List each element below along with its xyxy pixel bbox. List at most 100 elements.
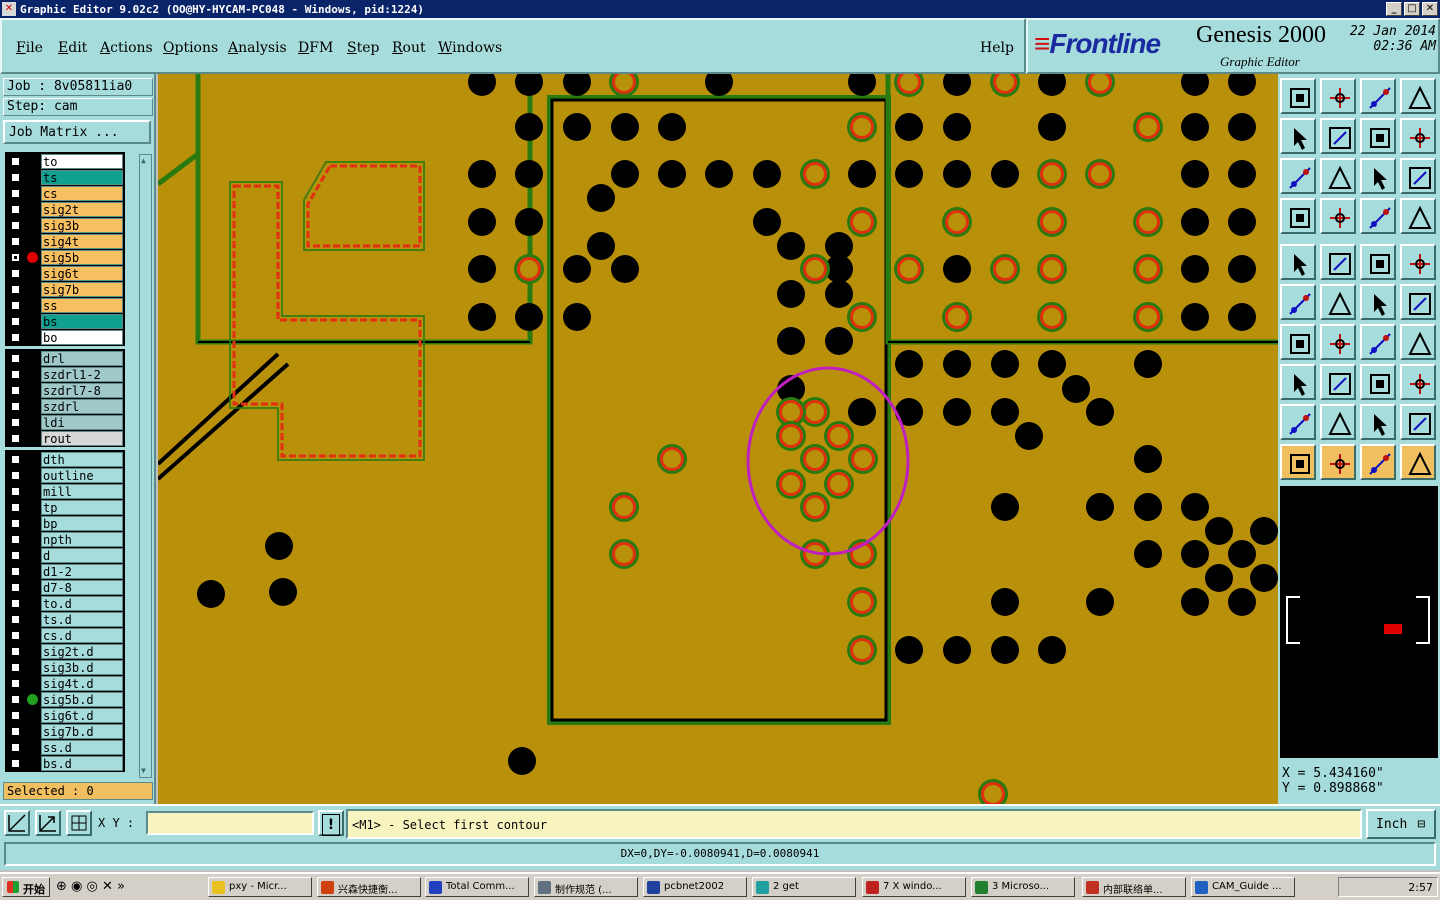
layer-name[interactable]: ss.d — [41, 740, 123, 755]
layer-checkbox[interactable] — [10, 582, 21, 593]
layer-row-mill[interactable]: mill — [5, 484, 125, 499]
layer-checkbox[interactable] — [10, 598, 21, 609]
layer-name[interactable]: sig5b — [41, 250, 123, 265]
layer-row-d[interactable]: d — [5, 548, 125, 563]
layer-checkbox[interactable] — [10, 417, 21, 428]
layer-name[interactable]: dth — [41, 452, 123, 467]
surface-icon[interactable] — [1400, 244, 1436, 280]
layer-checkbox[interactable] — [10, 332, 21, 343]
layer-name[interactable]: npth — [41, 532, 123, 547]
layer-row-sig2t.d[interactable]: sig2t.d — [5, 644, 125, 659]
layer-name[interactable]: sig6t — [41, 266, 123, 281]
alert-button[interactable]: ! — [318, 810, 344, 836]
menu-dfm[interactable]: DFM — [298, 40, 333, 56]
menu-file[interactable]: File — [16, 40, 43, 56]
layer-name[interactable]: d — [41, 548, 123, 563]
layer-checkbox[interactable] — [10, 369, 21, 380]
house-icon[interactable] — [1360, 78, 1396, 114]
quicklaunch-icons[interactable]: ⊕ ◉ ◎ ✕ » — [56, 879, 125, 894]
divider-icon[interactable] — [1320, 364, 1356, 400]
layer-row-d1-2[interactable]: d1-2 — [5, 564, 125, 579]
layer-checkbox[interactable] — [10, 710, 21, 721]
layer-checkbox[interactable] — [10, 156, 21, 167]
layer-checkbox[interactable] — [10, 566, 21, 577]
taskbar-item[interactable]: CAM_Guide ... — [1191, 877, 1295, 897]
layer-name[interactable]: szdrl — [41, 399, 123, 414]
delete-icon[interactable] — [1320, 284, 1356, 320]
layer-checkbox[interactable] — [10, 204, 21, 215]
layer-name[interactable]: sig7b — [41, 282, 123, 297]
layer-checkbox[interactable] — [10, 614, 21, 625]
measure-angle-icon[interactable] — [1280, 324, 1316, 360]
layer-row-sig5b[interactable]: sig5b — [5, 250, 125, 265]
taskbar-item[interactable]: 内部联络单... — [1082, 877, 1186, 897]
pan-right-icon[interactable] — [1320, 118, 1356, 154]
layer-color-alt-icon[interactable] — [1400, 198, 1436, 234]
graphic-canvas[interactable] — [158, 74, 1278, 804]
layer-name[interactable]: szdrl1-2 — [41, 367, 123, 382]
layer-checkbox[interactable] — [10, 486, 21, 497]
layer-name[interactable]: to.d — [41, 596, 123, 611]
layer-checkbox[interactable] — [10, 534, 21, 545]
triangle-icon[interactable] — [1280, 404, 1316, 440]
layer-row-ts[interactable]: ts — [5, 170, 125, 185]
window-split-icon[interactable] — [1400, 78, 1436, 114]
layer-row-ss.d[interactable]: ss.d — [5, 740, 125, 755]
layer-name[interactable]: sig6t.d — [41, 708, 123, 723]
connect-icon[interactable] — [1280, 284, 1316, 320]
layer-row-sig2t[interactable]: sig2t — [5, 202, 125, 217]
taskbar-item[interactable]: 制作规范 (... — [534, 877, 638, 897]
layer-row-ts.d[interactable]: ts.d — [5, 612, 125, 627]
layer-row-d7-8[interactable]: d7-8 — [5, 580, 125, 595]
undo-icon[interactable] — [1360, 118, 1396, 154]
menu-step[interactable]: Step — [347, 40, 379, 56]
minimize-button[interactable]: _ — [1386, 2, 1402, 16]
layer-name[interactable]: sig5b.d — [41, 692, 123, 707]
layer-row-sig4t[interactable]: sig4t — [5, 234, 125, 249]
layer-name[interactable]: drl — [41, 351, 123, 366]
layer-name[interactable]: to — [41, 154, 123, 169]
layer-checkbox[interactable] — [10, 470, 21, 481]
layer-checkbox[interactable] — [10, 220, 21, 231]
pan-left-icon[interactable] — [1280, 118, 1316, 154]
filter-icon[interactable] — [1400, 324, 1436, 360]
layer-checkbox[interactable] — [10, 316, 21, 327]
triangle-alt-icon[interactable] — [1320, 404, 1356, 440]
layer-checkbox[interactable] — [10, 630, 21, 641]
layer-name[interactable]: bp — [41, 516, 123, 531]
rotate-icon[interactable] — [1400, 284, 1436, 320]
zoom-fit-icon[interactable] — [1320, 158, 1356, 194]
start-button[interactable]: 开始 — [2, 877, 50, 897]
scroll-up-icon[interactable]: ▲ — [141, 156, 150, 166]
layer-checkbox[interactable] — [10, 353, 21, 364]
layer-row-bp[interactable]: bp — [5, 516, 125, 531]
layer-name[interactable]: outline — [41, 468, 123, 483]
layer-name[interactable]: ss — [41, 298, 123, 313]
layer-checkbox[interactable] — [10, 694, 21, 705]
layer-checkbox[interactable] — [10, 726, 21, 737]
layer-name[interactable]: bo — [41, 330, 123, 345]
layer-row-cs[interactable]: cs — [5, 186, 125, 201]
xy-input[interactable] — [146, 811, 314, 835]
layer-row-szdrl[interactable]: szdrl — [5, 399, 125, 414]
help-icon[interactable] — [1400, 158, 1436, 194]
close-button[interactable]: ✕ — [1422, 2, 1438, 16]
layer-name[interactable]: sig3b.d — [41, 660, 123, 675]
layer-row-sig6t[interactable]: sig6t — [5, 266, 125, 281]
layer-checkbox[interactable] — [10, 454, 21, 465]
layer-checkbox[interactable] — [10, 646, 21, 657]
layer-row-bs[interactable]: bs — [5, 314, 125, 329]
layer-row-to.d[interactable]: to.d — [5, 596, 125, 611]
feature-icon[interactable] — [1360, 244, 1396, 280]
triangle-fill-icon[interactable] — [1360, 404, 1396, 440]
menu-help[interactable]: Help — [980, 40, 1014, 56]
overview-window[interactable] — [1280, 486, 1438, 758]
layer-name[interactable]: rout — [41, 431, 123, 446]
draw-line-icon[interactable] — [1320, 324, 1356, 360]
layer-name[interactable]: sig3b — [41, 218, 123, 233]
layer-name[interactable]: szdrl7-8 — [41, 383, 123, 398]
layer-list-scrollbar[interactable]: ▲ ▼ — [139, 154, 152, 778]
layer-name[interactable]: cs — [41, 186, 123, 201]
layer-checkbox[interactable] — [10, 236, 21, 247]
menu-rout[interactable]: Rout — [392, 40, 426, 56]
